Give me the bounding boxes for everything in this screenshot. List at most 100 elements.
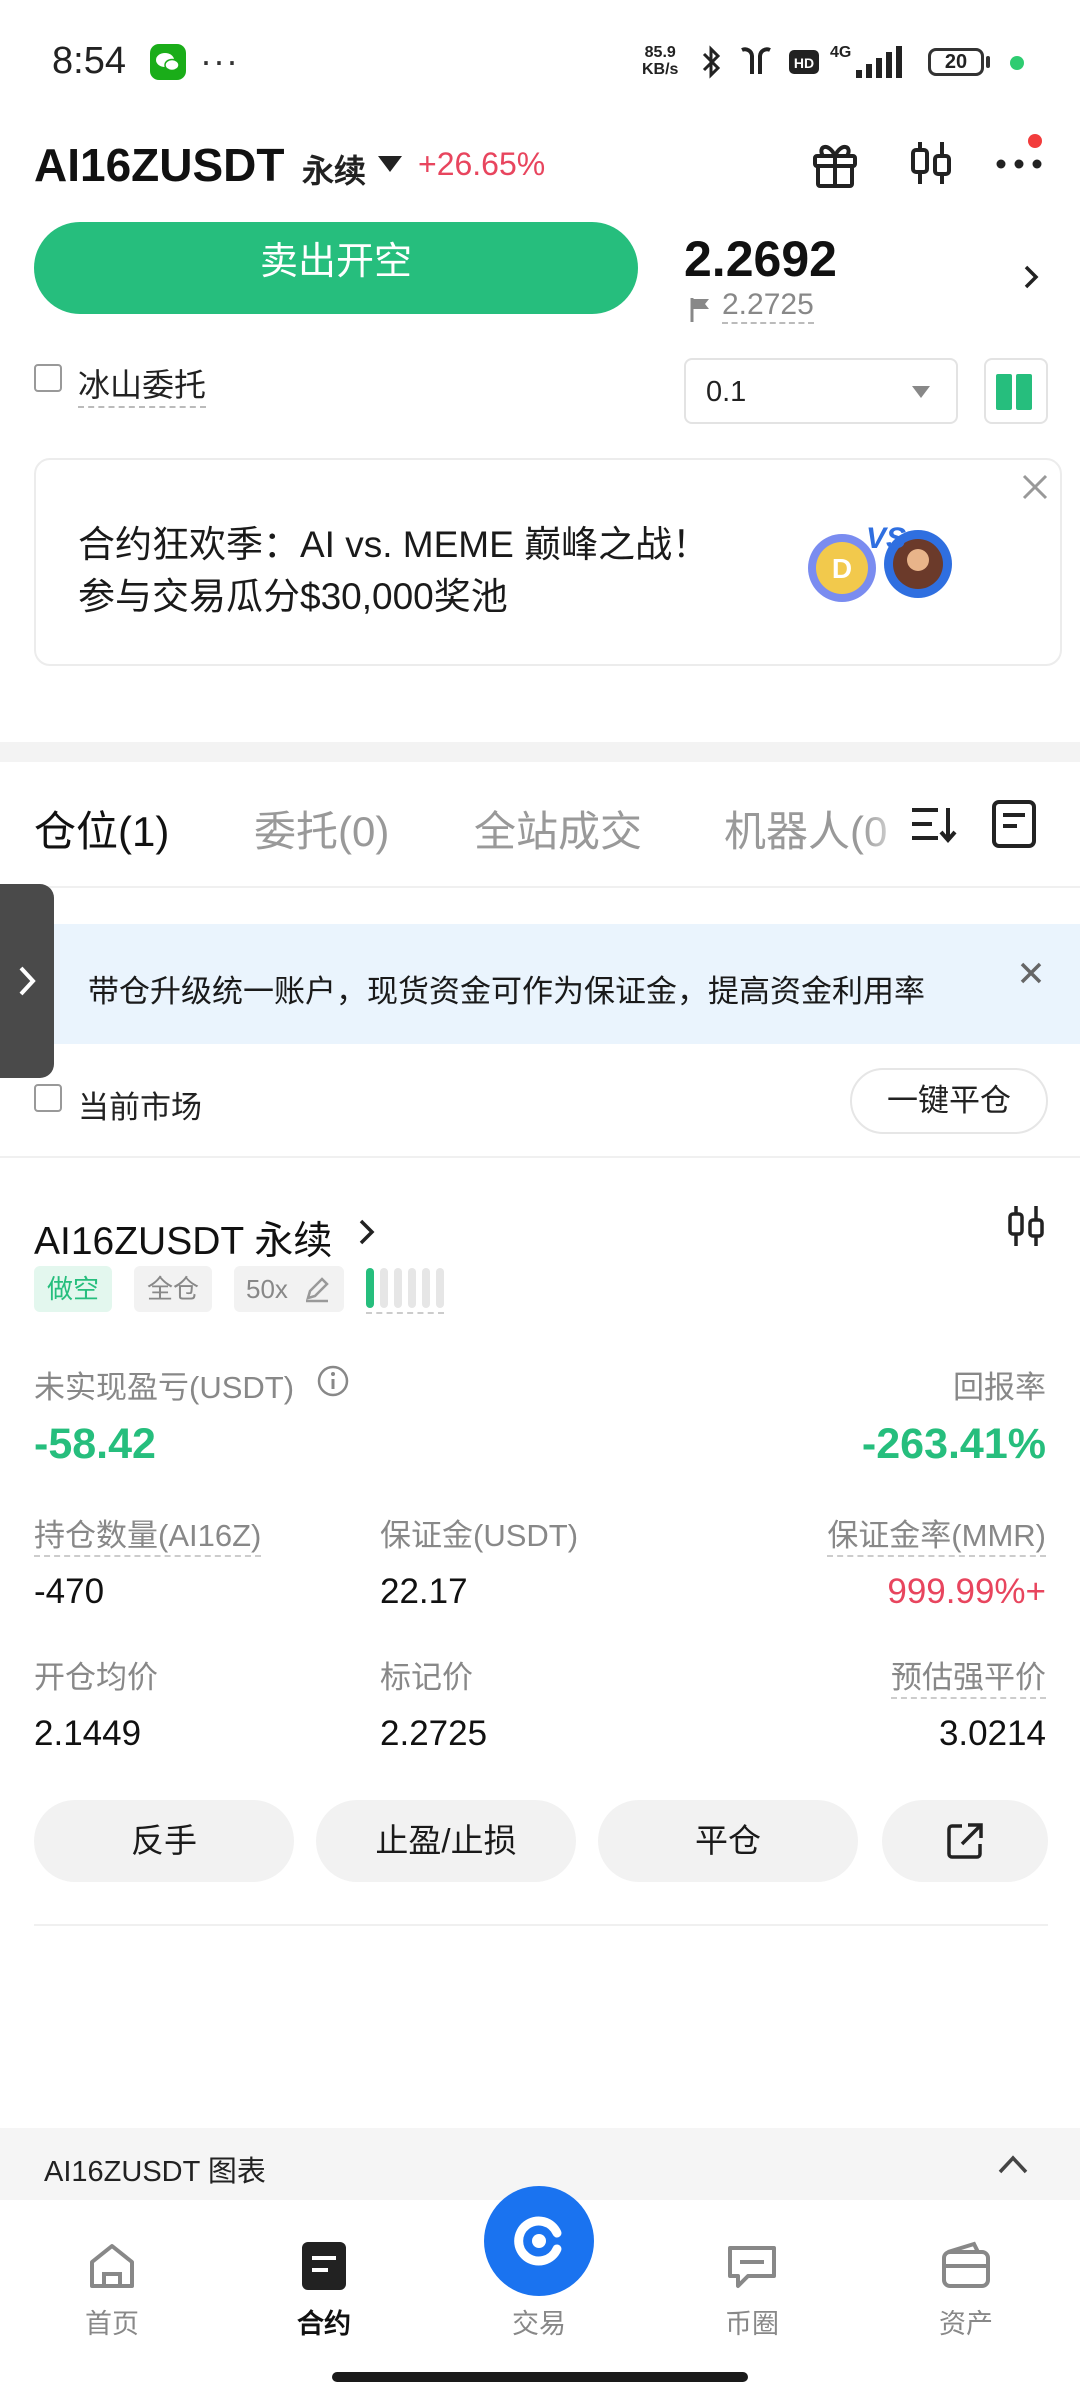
battery-indicator: 20 <box>928 48 984 76</box>
home-icon[interactable] <box>84 2238 140 2294</box>
status-time: 8:54 <box>52 40 126 82</box>
community-icon[interactable] <box>724 2238 780 2294</box>
chevron-right-icon[interactable] <box>356 1216 378 1248</box>
position-title[interactable]: AI16ZUSDT 永续 <box>34 1210 332 1266</box>
current-market-checkbox[interactable] <box>34 1084 62 1112</box>
nav-contract-label[interactable]: 合约 <box>264 2302 384 2341</box>
risk-level-bar <box>408 1268 416 1308</box>
earbuds-icon <box>741 47 771 74</box>
flag-icon <box>690 298 709 322</box>
svg-text:D: D <box>832 553 852 584</box>
contract-type[interactable]: 永续 <box>302 146 366 192</box>
reverse-button[interactable]: 反手 <box>34 1800 294 1882</box>
privacy-indicator-dot <box>1010 56 1024 70</box>
candlestick-chart-icon[interactable] <box>902 134 960 192</box>
edit-icon[interactable] <box>302 1274 332 1304</box>
tab-orders[interactable]: 委托(0) <box>254 798 389 859</box>
more-notifications-icon: ··· <box>200 40 239 81</box>
nav-community-label[interactable]: 币圈 <box>692 2302 812 2341</box>
roi-value: -263.41% <box>861 1420 1046 1468</box>
layout-column-icon <box>1016 374 1032 410</box>
last-price: 2.2692 <box>684 231 837 287</box>
close-icon[interactable] <box>1016 958 1046 988</box>
mmr-label[interactable]: 保证金率(MMR) <box>827 1510 1046 1557</box>
bluetooth-icon <box>702 45 721 79</box>
risk-level-bar <box>366 1268 374 1308</box>
risk-level-bar <box>394 1268 402 1308</box>
side-drawer-handle[interactable] <box>0 884 54 1078</box>
close-all-button[interactable]: 一键平仓 <box>850 1068 1048 1134</box>
iceberg-label[interactable]: 冰山委托 <box>78 360 207 408</box>
risk-underline <box>366 1312 444 1314</box>
divider <box>34 1924 1048 1926</box>
entry-price-value: 2.1449 <box>34 1714 142 1753</box>
position-size-value: -470 <box>34 1572 105 1611</box>
unrealized-pnl-label: 未实现盈亏(USDT) <box>34 1370 295 1405</box>
liquidation-price-label[interactable]: 预估强平价 <box>891 1652 1046 1699</box>
margin-value: 22.17 <box>380 1572 468 1611</box>
info-icon[interactable] <box>316 1364 350 1398</box>
current-market-label[interactable]: 当前市场 <box>78 1082 202 1127</box>
trade-icon <box>514 2216 562 2266</box>
hd-icon: HD <box>789 50 819 74</box>
caret-down-icon <box>912 386 930 398</box>
notification-dot <box>1028 134 1042 148</box>
mark-price-value: 2.2725 <box>380 1714 488 1753</box>
risk-level-bar <box>436 1268 444 1308</box>
signal-icon <box>856 46 902 78</box>
mark-price-label: 标记价 <box>380 1660 473 1695</box>
risk-level-bar <box>422 1268 430 1308</box>
pair-title[interactable]: AI16ZUSDT <box>34 138 284 192</box>
liquidation-price-value: 3.0214 <box>938 1714 1046 1753</box>
close-position-button[interactable]: 平仓 <box>598 1800 858 1882</box>
promo-subtitle: 参与交易瓜分$30,000奖池 <box>78 576 508 617</box>
risk-level-bar <box>380 1268 388 1308</box>
nav-assets-label[interactable]: 资产 <box>906 2302 1026 2341</box>
nav-home-label[interactable]: 首页 <box>52 2302 172 2341</box>
entry-price-label: 开仓均价 <box>34 1660 158 1695</box>
quantity-value: 0.1 <box>706 376 747 408</box>
history-document-icon[interactable] <box>988 798 1040 850</box>
share-icon <box>947 1823 983 1859</box>
unrealized-pnl-value: -58.42 <box>34 1420 156 1468</box>
candlestick-chart-icon[interactable] <box>1004 1202 1048 1250</box>
chart-section-label: AI16ZUSDT 图表 <box>44 2156 266 2188</box>
trade-button[interactable] <box>484 2186 594 2296</box>
chevron-right-icon[interactable] <box>1018 262 1044 292</box>
layout-column-icon <box>996 374 1012 410</box>
sell-short-button[interactable]: 卖出开空 <box>34 222 638 314</box>
iceberg-checkbox[interactable] <box>34 364 62 392</box>
nav-trade-label[interactable]: 交易 <box>479 2302 599 2341</box>
wechat-notification-icon <box>150 44 186 80</box>
divider <box>0 886 1080 888</box>
position-size-label[interactable]: 持仓数量(AI16Z) <box>34 1510 262 1557</box>
side-badge: 做空 <box>34 1266 112 1312</box>
chevron-right-icon <box>19 966 36 996</box>
divider <box>0 1156 1080 1158</box>
roi-label: 回报率 <box>953 1370 1046 1405</box>
tp-sl-button[interactable]: 止盈/止损 <box>316 1800 576 1882</box>
home-indicator[interactable] <box>332 2372 748 2382</box>
section-separator <box>0 742 1080 762</box>
close-icon[interactable] <box>1018 470 1052 504</box>
gift-icon[interactable] <box>806 134 864 192</box>
caret-down-icon[interactable] <box>378 156 402 172</box>
tab-positions[interactable]: 仓位(1) <box>34 798 169 859</box>
promo-title: 合约狂欢季：AI vs. MEME 巅峰之战！ <box>78 524 710 565</box>
margin-label: 保证金(USDT) <box>380 1518 579 1553</box>
status-bar: 8:54 ··· 85.9 KB/s HD 4G 20 <box>0 0 1080 120</box>
network-speed: 85.9 KB/s <box>642 44 679 78</box>
wallet-icon[interactable] <box>938 2238 994 2294</box>
network-type: 4G <box>830 44 852 61</box>
chevron-up-icon[interactable] <box>996 2152 1030 2176</box>
mark-price: 2.2725 <box>722 288 814 324</box>
notice-text: 带仓升级统一账户，现货资金可作为保证金，提高资金利用率 <box>88 974 925 1009</box>
sort-filter-icon[interactable] <box>908 798 960 850</box>
battery-cap <box>986 56 990 68</box>
mmr-value: 999.99%+ <box>887 1572 1046 1611</box>
price-change: +26.65% <box>418 146 546 182</box>
tab-site-trades[interactable]: 全站成交 <box>474 798 642 859</box>
margin-mode-badge: 全仓 <box>134 1266 212 1312</box>
svg-text:HD: HD <box>794 55 814 71</box>
contract-icon[interactable] <box>296 2238 352 2294</box>
